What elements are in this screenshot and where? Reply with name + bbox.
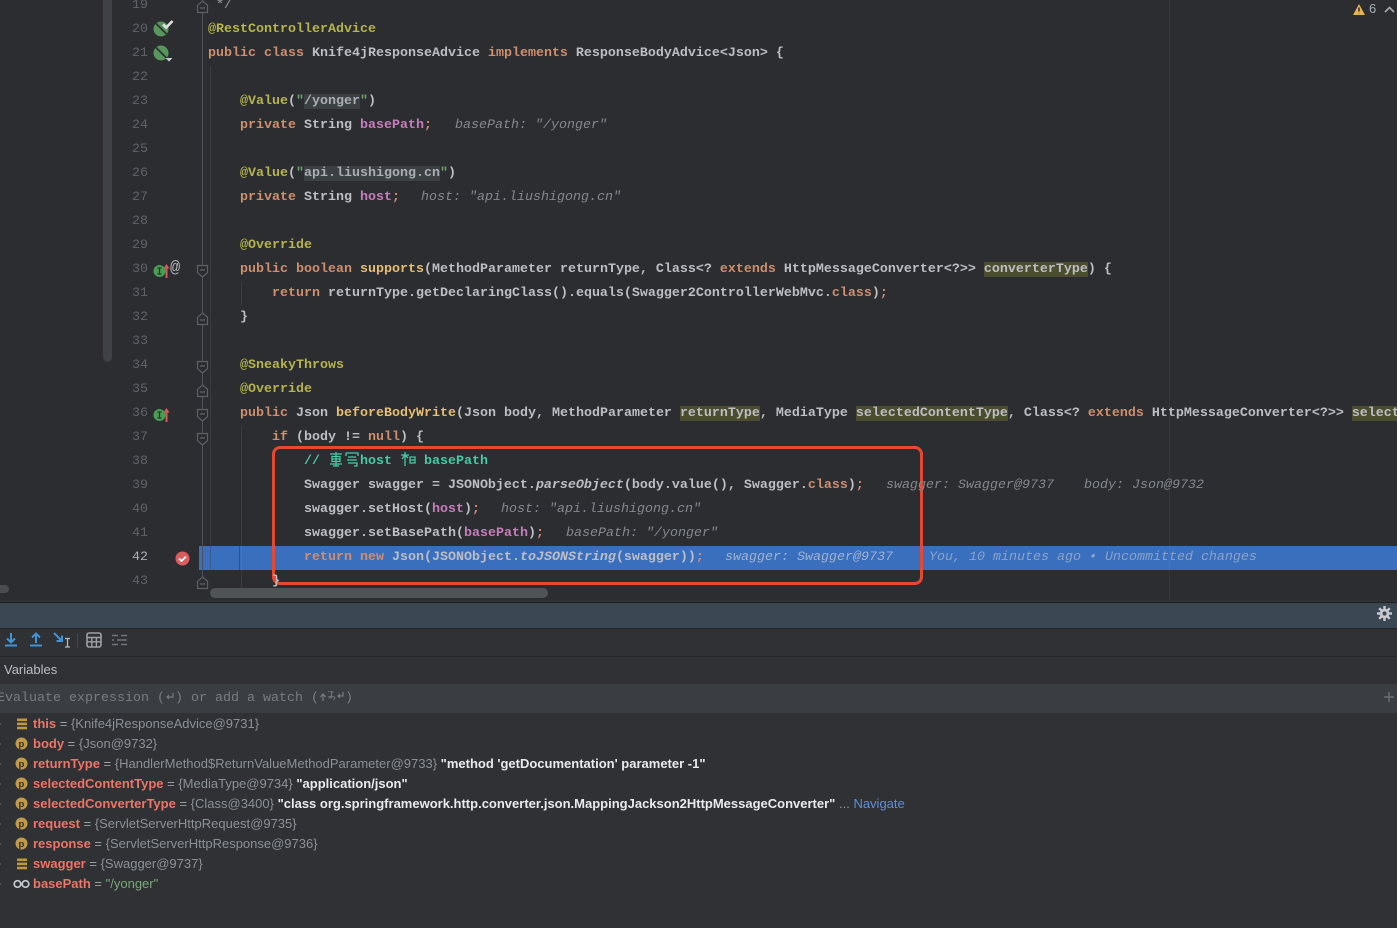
svg-text:p: p: [19, 779, 25, 790]
svg-text:p: p: [19, 819, 25, 830]
svg-text:p: p: [19, 739, 25, 750]
svg-text:p: p: [19, 799, 25, 810]
svg-text:p: p: [19, 839, 25, 850]
svg-text:p: p: [19, 759, 25, 770]
